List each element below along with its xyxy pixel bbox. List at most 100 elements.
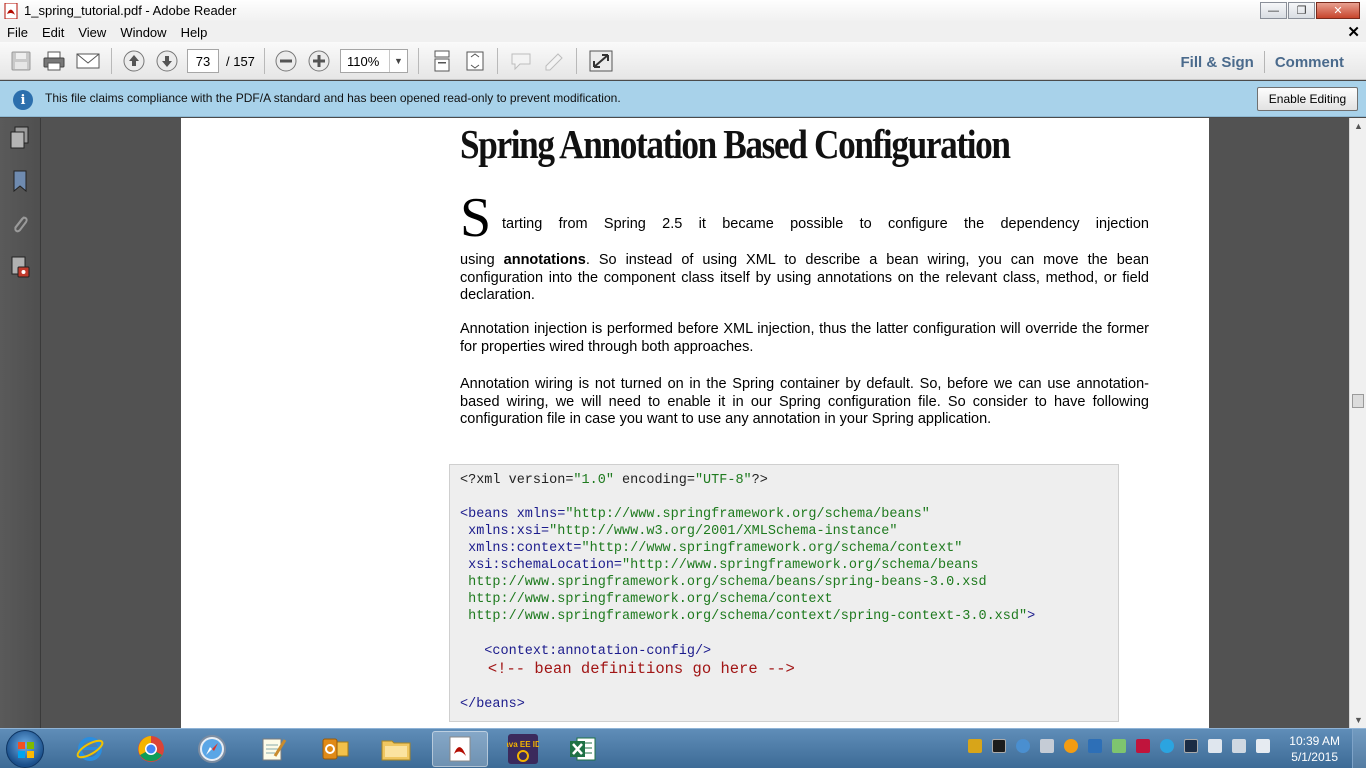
code-line: <?xml version="1.0" encoding="UTF-8"?> xyxy=(460,473,768,488)
code-line: xmlns:xsi="http://www.w3.org/2001/XMLSch… xyxy=(460,524,898,539)
chrome-icon[interactable] xyxy=(123,731,179,767)
page-number-input[interactable]: 73 xyxy=(187,49,219,73)
vertical-scrollbar[interactable]: ▲ ▼ xyxy=(1349,118,1366,728)
maximize-button[interactable]: ❐ xyxy=(1288,2,1315,19)
close-window-button[interactable]: ✕ xyxy=(1316,2,1360,19)
pdf-app-icon xyxy=(449,736,471,762)
gem-icon[interactable] xyxy=(1040,739,1054,753)
start-button[interactable] xyxy=(6,730,44,768)
scrolling-mode-icon[interactable] xyxy=(430,50,454,72)
zoom-select[interactable]: 110% ▼ xyxy=(340,49,408,73)
windows-logo-icon xyxy=(18,742,34,758)
drop-cap: S xyxy=(460,187,492,249)
close-icon: ✕ xyxy=(1333,5,1343,17)
wifi-signal-icon[interactable] xyxy=(1232,739,1246,753)
network-globe-icon[interactable] xyxy=(1016,739,1030,753)
show-desktop-button[interactable] xyxy=(1352,729,1366,768)
code-line: http://www.springframework.org/schema/co… xyxy=(460,609,1036,624)
highlight-icon[interactable] xyxy=(542,50,566,72)
clock-time: 10:39 AM xyxy=(1289,734,1340,748)
paragraph-2: Annotation injection is performed before… xyxy=(460,321,1149,355)
security-settings-icon[interactable] xyxy=(8,255,32,279)
code-line: <beans xmlns="http://www.springframework… xyxy=(460,507,930,522)
file-explorer-icon[interactable] xyxy=(368,731,424,767)
media-icon[interactable] xyxy=(1136,739,1150,753)
previous-page-icon[interactable] xyxy=(122,50,146,72)
info-icon: i xyxy=(13,90,33,110)
clock-date: 5/1/2015 xyxy=(1291,750,1338,764)
sticky-note-icon[interactable] xyxy=(509,50,533,72)
pdf-page: Spring Annotation Based Configuration S … xyxy=(181,118,1209,728)
save-icon[interactable] xyxy=(9,50,33,72)
toolbar: 73 / 157 110% ▼ Fill & Sign Comment xyxy=(0,42,1366,80)
page-title: Spring Annotation Based Configuration xyxy=(460,121,1011,167)
menu-view[interactable]: View xyxy=(71,25,113,40)
code-line: xmlns:context="http://www.springframewor… xyxy=(460,541,963,556)
system-tray xyxy=(968,739,1280,753)
svg-text:Java EE IDE: Java EE IDE xyxy=(507,740,539,749)
code-line: <context:annotation-config/> xyxy=(460,644,712,659)
monitor-icon[interactable] xyxy=(1184,739,1198,753)
menu-bar: File Edit View Window Help ✕ xyxy=(0,22,1366,42)
fit-page-icon[interactable] xyxy=(463,50,487,72)
safari-icon[interactable] xyxy=(184,731,240,767)
window-title: 1_spring_tutorial.pdf - Adobe Reader xyxy=(24,3,237,18)
menu-window[interactable]: Window xyxy=(113,25,173,40)
zoom-value: 110% xyxy=(347,53,380,69)
taskbar: Java EE IDE 10:39 AM 5/1/2015 xyxy=(0,728,1366,768)
remote-icon[interactable] xyxy=(1088,739,1102,753)
enable-editing-button[interactable]: Enable Editing xyxy=(1257,87,1358,111)
email-icon[interactable] xyxy=(76,50,100,72)
menu-help[interactable]: Help xyxy=(174,25,215,40)
internet-explorer-icon[interactable] xyxy=(62,731,118,767)
sync-icon[interactable] xyxy=(1112,739,1126,753)
adobe-reader-task[interactable] xyxy=(432,731,488,767)
code-line: </beans> xyxy=(460,697,525,712)
bookmarks-icon[interactable] xyxy=(8,169,32,193)
fill-sign-button[interactable]: Fill & Sign xyxy=(1170,54,1263,71)
title-bar: 1_spring_tutorial.pdf - Adobe Reader — ❐… xyxy=(0,0,1366,22)
comment-button[interactable]: Comment xyxy=(1265,54,1354,71)
minimize-button[interactable]: — xyxy=(1260,2,1287,19)
scroll-up-icon[interactable]: ▲ xyxy=(1354,121,1363,131)
info-message: This file claims compliance with the PDF… xyxy=(45,91,621,105)
scroll-down-icon[interactable]: ▼ xyxy=(1354,715,1363,725)
code-line: xsi:schemaLocation="http://www.springfra… xyxy=(460,558,979,573)
info-bar: i This file claims compliance with the P… xyxy=(0,81,1366,117)
clock[interactable]: 10:39 AM 5/1/2015 xyxy=(1289,733,1340,765)
restore-icon: ❐ xyxy=(1296,5,1307,17)
excel-icon[interactable] xyxy=(555,731,611,767)
code-line: http://www.springframework.org/schema/be… xyxy=(460,575,987,590)
page-thumbnails-icon[interactable] xyxy=(8,126,32,150)
minimize-icon: — xyxy=(1268,4,1279,17)
read-mode-icon[interactable] xyxy=(589,50,613,72)
code-comment: <!-- bean definitions go here --> xyxy=(460,660,795,678)
app-tray-icon[interactable] xyxy=(992,739,1006,753)
print-icon[interactable] xyxy=(42,50,66,72)
outlook-icon[interactable] xyxy=(307,731,363,767)
java-ee-ide-icon[interactable]: Java EE IDE xyxy=(495,731,551,767)
paragraph-1: using annotations. So instead of using X… xyxy=(460,252,1149,303)
menu-edit[interactable]: Edit xyxy=(35,25,71,40)
attachments-icon[interactable] xyxy=(8,212,32,236)
zoom-out-icon[interactable] xyxy=(274,50,298,72)
chevron-down-icon[interactable]: ▼ xyxy=(389,50,407,72)
battery-icon[interactable] xyxy=(1208,739,1222,753)
paragraph-3: Annotation wiring is not turned on in th… xyxy=(460,376,1149,427)
notepad-icon[interactable] xyxy=(245,731,301,767)
scrollbar-thumb[interactable] xyxy=(1352,394,1364,408)
close-document-icon[interactable]: ✕ xyxy=(1347,23,1360,41)
code-line: http://www.springframework.org/schema/co… xyxy=(460,592,833,607)
first-line-text: tarting from Spring 2.5 it became possib… xyxy=(502,216,1149,232)
pdf-app-icon xyxy=(4,3,18,19)
next-page-icon[interactable] xyxy=(155,50,179,72)
zoom-in-icon[interactable] xyxy=(307,50,331,72)
menu-file[interactable]: File xyxy=(0,25,35,40)
bold-term: annotations xyxy=(503,252,586,268)
document-viewport[interactable]: Spring Annotation Based Configuration S … xyxy=(41,118,1349,728)
update-icon[interactable] xyxy=(1064,739,1078,753)
shield-icon[interactable] xyxy=(968,739,982,753)
navigation-pane xyxy=(0,118,41,728)
cloud-icon[interactable] xyxy=(1160,739,1174,753)
speaker-icon[interactable] xyxy=(1256,739,1270,753)
